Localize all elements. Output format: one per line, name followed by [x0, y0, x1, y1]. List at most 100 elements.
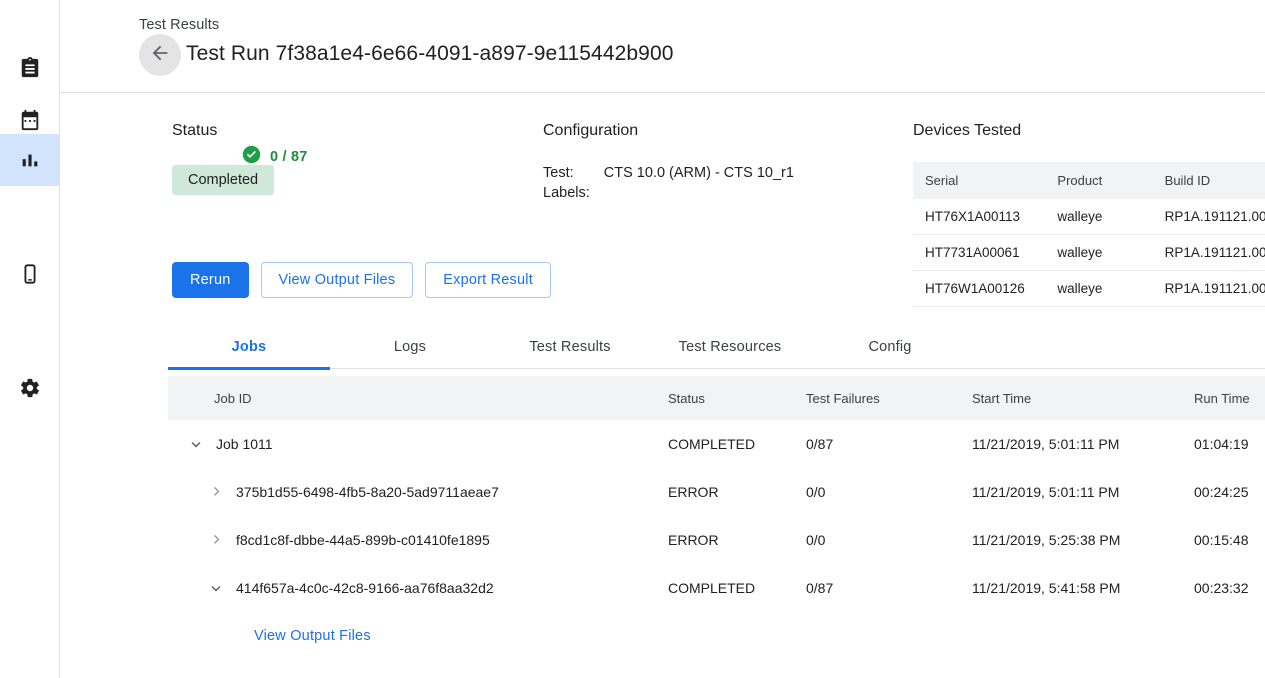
- calendar-icon: [19, 109, 41, 131]
- summary-area: Status Completed 0 / 87 Rerun View Output…: [60, 93, 1265, 323]
- jobs-column-header: Test Failures: [806, 391, 972, 406]
- devices-column-header: Product: [1045, 162, 1152, 199]
- job-status-cell: ERROR: [668, 532, 806, 548]
- device-cell: HT7731A00061: [913, 235, 1045, 271]
- back-button[interactable]: [139, 34, 181, 76]
- chevron-down-icon[interactable]: [204, 576, 228, 600]
- export-result-button[interactable]: Export Result: [425, 262, 551, 298]
- action-buttons: Rerun View Output Files Export Result: [172, 262, 551, 298]
- table-row[interactable]: Job 1011COMPLETED0/8711/21/2019, 5:01:11…: [168, 420, 1265, 468]
- device-row: HT76X1A00113walleyeRP1A.191121.001: [913, 199, 1265, 235]
- jobs-table-body: Job 1011COMPLETED0/8711/21/2019, 5:01:11…: [168, 420, 1265, 660]
- devices-column-header: Build ID: [1153, 162, 1265, 199]
- config-value: CTS 10.0 (ARM) - CTS 10_r1: [604, 165, 794, 181]
- gear-icon: [19, 377, 41, 399]
- page-title: Test Run 7f38a1e4-6e66-4091-a897-9e11544…: [186, 42, 674, 66]
- tab-bar: JobsLogsTest ResultsTest ResourcesConfig: [168, 325, 1265, 369]
- job-id-cell: f8cd1c8f-dbbe-44a5-899b-c01410fe1895: [168, 528, 668, 552]
- phone-icon: [19, 263, 41, 285]
- status-badge: Completed: [172, 165, 274, 195]
- job-start-time-cell: 11/21/2019, 5:01:11 PM: [972, 484, 1194, 500]
- device-row: HT76W1A00126walleyeRP1A.191121.001: [913, 271, 1265, 307]
- devices-section: Devices Tested SerialProductBuild ID HT7…: [913, 122, 1265, 307]
- job-detail-row: View Output Files: [168, 612, 1265, 660]
- job-status-cell: COMPLETED: [668, 580, 806, 596]
- sidebar: [0, 0, 60, 678]
- table-row[interactable]: 375b1d55-6498-4fb5-8a20-5ad9711aeae7 ERRO…: [168, 468, 1265, 516]
- device-cell: RP1A.191121.001: [1153, 199, 1265, 235]
- sidebar-item-bar-chart[interactable]: [0, 134, 60, 186]
- device-cell: walleye: [1045, 199, 1152, 235]
- failure-count: 0 / 87: [270, 149, 307, 165]
- configuration-section: Configuration Test: CTS 10.0 (ARM) - CTS …: [543, 122, 794, 201]
- job-run-time-cell: 01:04:19: [1194, 436, 1265, 452]
- status-section-title: Status: [172, 122, 274, 140]
- jobs-column-header: Start Time: [972, 391, 1194, 406]
- view-output-files-button[interactable]: View Output Files: [261, 262, 414, 298]
- job-start-time-cell: 11/21/2019, 5:01:11 PM: [972, 436, 1194, 452]
- devices-column-header: Serial: [913, 162, 1045, 199]
- device-cell: RP1A.191121.001: [1153, 271, 1265, 307]
- tab-jobs[interactable]: Jobs: [168, 325, 330, 369]
- chevron-right-icon[interactable]: [204, 528, 228, 552]
- bar-chart-icon: [19, 149, 41, 171]
- job-id-cell: Job 1011: [168, 432, 668, 456]
- config-value: [604, 185, 794, 201]
- job-failures-cell: 0/87: [806, 580, 972, 596]
- chevron-right-icon[interactable]: [204, 480, 228, 504]
- device-cell: walleye: [1045, 271, 1152, 307]
- device-cell: walleye: [1045, 235, 1152, 271]
- tab-logs[interactable]: Logs: [330, 325, 490, 369]
- tab-test-resources[interactable]: Test Resources: [650, 325, 810, 369]
- job-failures-cell: 0/0: [806, 532, 972, 548]
- rerun-button[interactable]: Rerun: [172, 262, 249, 298]
- job-status-cell: COMPLETED: [668, 436, 806, 452]
- breadcrumb: Test Results: [139, 17, 219, 33]
- job-run-time-cell: 00:15:48: [1194, 532, 1265, 548]
- sidebar-item-phone[interactable]: [0, 248, 60, 300]
- job-run-time-cell: 00:24:25: [1194, 484, 1265, 500]
- job-failures-cell: 0/0: [806, 484, 972, 500]
- top-bar: Test Results Test Run 7f38a1e4-6e66-4091…: [60, 0, 1265, 93]
- job-id-cell: 375b1d55-6498-4fb5-8a20-5ad9711aeae7: [168, 480, 668, 504]
- check-circle-icon: [242, 145, 261, 169]
- jobs-column-header: Job ID: [168, 391, 668, 406]
- configuration-section-title: Configuration: [543, 122, 794, 140]
- devices-table-body: HT76X1A00113walleyeRP1A.191121.001HT7731…: [913, 199, 1265, 307]
- table-row[interactable]: f8cd1c8f-dbbe-44a5-899b-c01410fe1895 ERRO…: [168, 516, 1265, 564]
- jobs-column-header: Status: [668, 391, 806, 406]
- job-start-time-cell: 11/21/2019, 5:25:38 PM: [972, 532, 1194, 548]
- job-run-time-cell: 00:23:32: [1194, 580, 1265, 596]
- configuration-list: Test: CTS 10.0 (ARM) - CTS 10_r1 Labels:: [543, 165, 794, 201]
- chevron-down-icon[interactable]: [184, 432, 208, 456]
- test-failure-summary: 0 / 87: [242, 145, 307, 169]
- job-status-cell: ERROR: [668, 484, 806, 500]
- job-start-time-cell: 11/21/2019, 5:41:58 PM: [972, 580, 1194, 596]
- device-cell: HT76X1A00113: [913, 199, 1045, 235]
- sidebar-item-clipboard[interactable]: [0, 42, 60, 94]
- devices-section-title: Devices Tested: [913, 122, 1265, 140]
- device-cell: HT76W1A00126: [913, 271, 1045, 307]
- job-id-cell: 414f657a-4c0c-42c8-9166-aa76f8aa32d2: [168, 576, 668, 600]
- clipboard-icon: [19, 57, 41, 79]
- job-id-label: 375b1d55-6498-4fb5-8a20-5ad9711aeae7: [236, 484, 499, 500]
- view-output-files-link[interactable]: View Output Files: [254, 628, 371, 644]
- device-row: HT7731A00061walleyeRP1A.191121.001: [913, 235, 1265, 271]
- tab-config[interactable]: Config: [810, 325, 970, 369]
- job-id-label: Job 1011: [216, 436, 273, 452]
- jobs-table: Job IDStatusTest FailuresStart TimeRun T…: [168, 376, 1265, 660]
- devices-table-header: SerialProductBuild ID: [913, 162, 1265, 199]
- job-id-label: f8cd1c8f-dbbe-44a5-899b-c01410fe1895: [236, 532, 490, 548]
- device-cell: RP1A.191121.001: [1153, 235, 1265, 271]
- table-row[interactable]: 414f657a-4c0c-42c8-9166-aa76f8aa32d2 COMP…: [168, 564, 1265, 612]
- jobs-table-header: Job IDStatusTest FailuresStart TimeRun T…: [168, 376, 1265, 420]
- config-key: Labels:: [543, 185, 590, 201]
- jobs-column-header: Run Time: [1194, 391, 1265, 406]
- tab-test-results[interactable]: Test Results: [490, 325, 650, 369]
- job-id-label: 414f657a-4c0c-42c8-9166-aa76f8aa32d2: [236, 580, 494, 596]
- config-key: Test:: [543, 165, 590, 181]
- app-root: Test Results Test Run 7f38a1e4-6e66-4091…: [0, 0, 1265, 678]
- devices-table: SerialProductBuild ID HT76X1A00113walley…: [913, 162, 1265, 307]
- main-content: Test Results Test Run 7f38a1e4-6e66-4091…: [60, 0, 1265, 678]
- sidebar-item-gear[interactable]: [0, 362, 60, 414]
